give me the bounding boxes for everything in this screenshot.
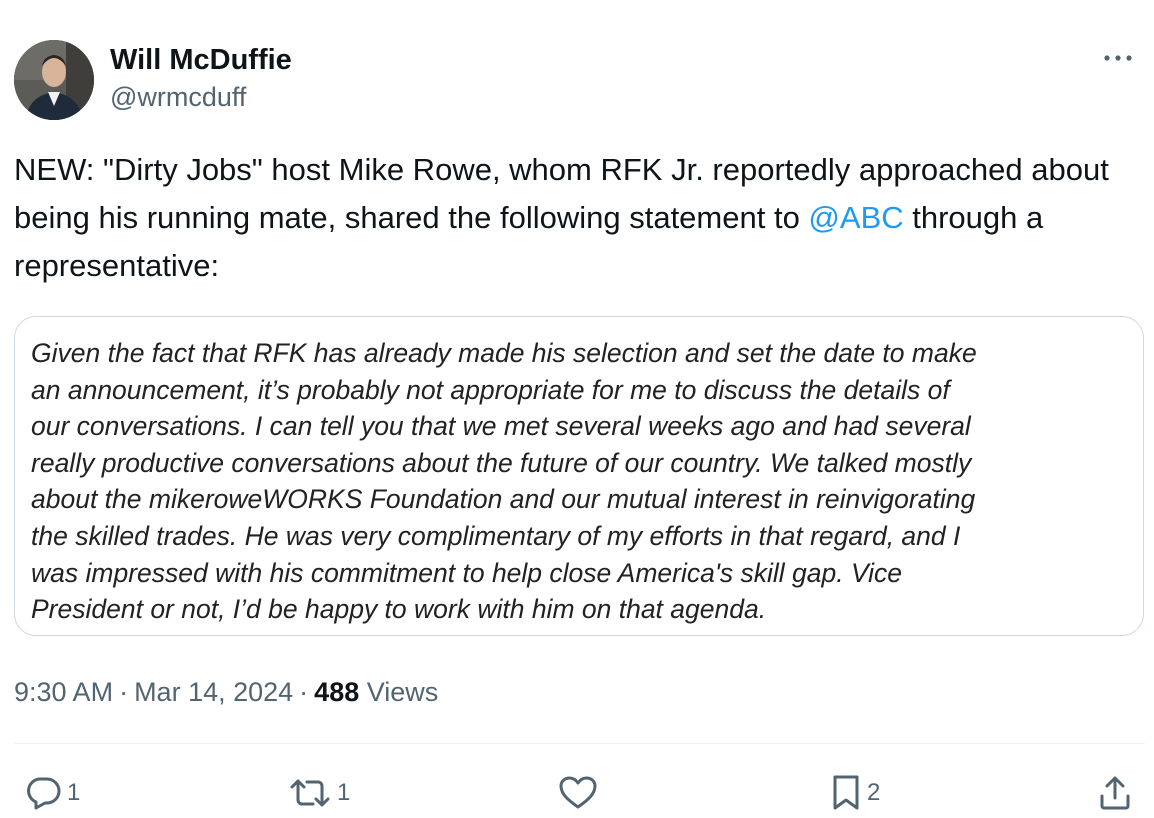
meta-separator: · [299,677,309,707]
views-label: Views [366,677,439,707]
profile-photo-icon [14,40,94,120]
views-count: 488 [314,677,360,707]
mention-link[interactable]: @ABC [808,200,903,235]
tweet-meta: 9:30 AM · Mar 14, 2024 · 488 Views [14,672,438,712]
tweet-date[interactable]: Mar 14, 2024 [134,677,293,707]
bookmark-count: 2 [867,779,881,806]
reply-button[interactable]: 1 [24,770,80,816]
share-icon [1100,776,1130,810]
avatar[interactable] [14,40,94,120]
like-button[interactable] [558,770,598,816]
user-handle[interactable]: @wrmcduff [110,79,292,115]
author-block: Will McDuffie @wrmcduff [110,42,292,115]
statement-text: Given the fact that RFK has already made… [31,338,977,625]
share-button[interactable] [1098,770,1132,816]
tweet-time[interactable]: 9:30 AM [14,677,113,707]
more-options-button[interactable] [1100,46,1136,70]
action-bar: 1 1 2 [0,770,1154,818]
divider [14,743,1145,744]
tweet: Will McDuffie @wrmcduff NEW: "Dirty Jobs… [0,0,1154,818]
heart-icon [559,776,597,809]
reply-count: 1 [67,779,81,806]
meta-separator: · [119,677,129,707]
more-dots-icon [1104,55,1132,61]
repost-count: 1 [337,779,351,806]
bookmark-icon [833,775,859,810]
bookmark-button[interactable]: 2 [830,770,880,816]
tweet-text: NEW: "Dirty Jobs" host Mike Rowe, whom R… [14,146,1139,290]
repost-button[interactable]: 1 [288,770,350,816]
reply-icon [27,777,61,810]
display-name[interactable]: Will McDuffie [110,42,292,78]
repost-icon [290,779,330,807]
attached-image[interactable]: Given the fact that RFK has already made… [14,316,1144,636]
